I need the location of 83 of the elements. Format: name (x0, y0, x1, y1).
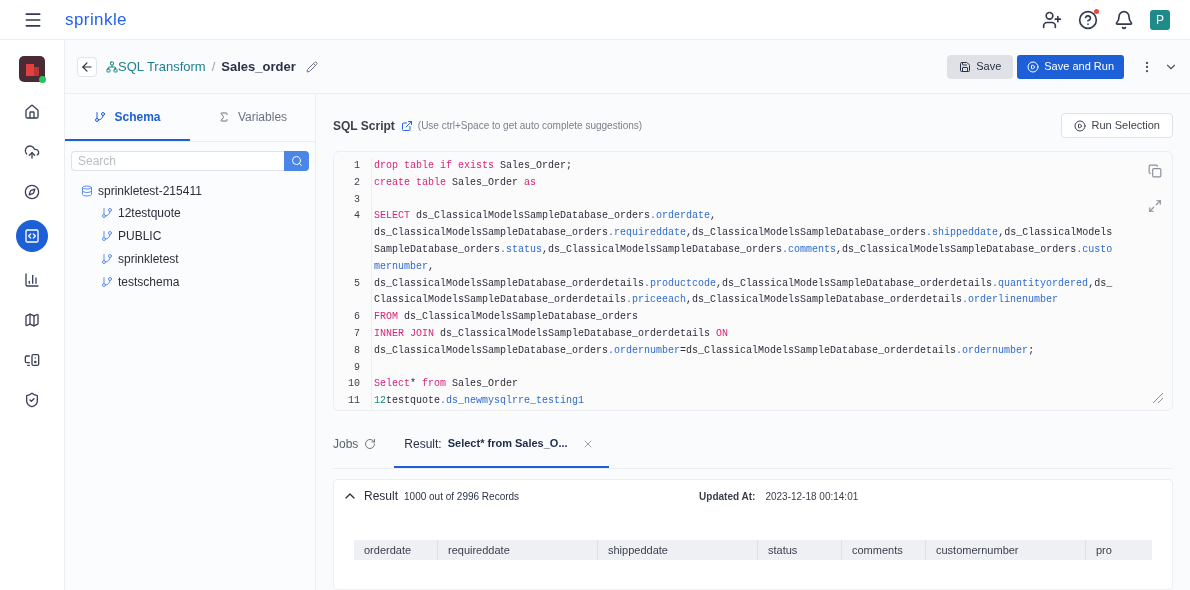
transform-icon (106, 60, 118, 73)
line-number: 3 (353, 192, 360, 207)
result-tab[interactable]: Result: Select* from Sales_O... (394, 431, 610, 468)
workspace-logo[interactable] (19, 56, 45, 82)
save-button[interactable]: Save (947, 54, 1014, 79)
app-logo: sprinkle (65, 8, 127, 31)
jobs-tab[interactable]: Jobs (333, 431, 377, 468)
nav-button[interactable] (16, 220, 48, 252)
schema-icon (101, 275, 113, 288)
back-button[interactable] (77, 56, 97, 77)
resize-handle-icon[interactable] (1152, 392, 1164, 404)
panel-tab[interactable]: Variables (190, 94, 315, 141)
home-icon (24, 104, 40, 120)
tree-item[interactable]: sprinkletest-215411 (98, 182, 202, 200)
code-line: INNER JOIN ds_ClassicalModelsSampleDatabase_orderdetails ON (374, 326, 730, 341)
page-title: Sales_order (221, 57, 296, 76)
code-line: Select* from Sales_Order (374, 377, 520, 392)
run-selection-button[interactable]: Run Selection (1060, 113, 1173, 138)
cloud-upload-icon (24, 144, 40, 160)
line-number: 10 (347, 377, 360, 392)
code-line: create table Sales_Order as (374, 175, 538, 190)
line-number: 6 (353, 310, 360, 325)
column-header[interactable]: orderdate (354, 540, 438, 560)
code-line: FROM ds_ClassicalModelsSampleDatabase_orders (374, 310, 640, 325)
search-button[interactable] (284, 151, 309, 171)
code-line: drop table if exists Sales_Order; (374, 159, 574, 173)
add-user-icon[interactable] (1042, 9, 1062, 30)
edit-icon[interactable] (305, 60, 318, 73)
tree-item[interactable]: sprinkletest (118, 249, 179, 268)
play-icon (1073, 119, 1086, 132)
compass-icon (24, 184, 40, 200)
column-header[interactable]: requireddate (438, 540, 598, 560)
schema-icon (101, 206, 113, 219)
bell-icon[interactable] (1114, 9, 1134, 30)
tree-item[interactable]: testschema (118, 272, 180, 291)
column-header[interactable]: customernumber (926, 540, 1086, 560)
column-header[interactable]: pro (1086, 540, 1152, 560)
copy-icon[interactable] (1148, 164, 1162, 178)
updated-value: 2023-12-18 00:14:01 (765, 489, 859, 504)
code-line: ds_ClassicalModelsSampleDatabase_orders.ordernumber=ds_ClassicalModelsSampleDatabase_orderdetails.ordernumber; (374, 343, 1036, 358)
line-number: 2 (353, 175, 360, 190)
play-icon (1027, 60, 1040, 73)
result-title: Result (364, 488, 398, 505)
updated-label: Updated At: (699, 489, 756, 504)
breadcrumb-link[interactable]: SQL Transform (118, 56, 206, 77)
sigma-icon (217, 110, 230, 123)
tree-item[interactable]: 12testquote (118, 203, 181, 222)
line-number: 11 (347, 394, 360, 409)
search-icon (290, 155, 303, 167)
user-avatar[interactable]: P (1150, 9, 1170, 30)
line-number: 8 (353, 343, 360, 358)
breadcrumb-separator: / (211, 57, 216, 76)
code-line: ds_ClassicalModelsSampleDatabase_orderdetails.productcode,ds_ClassicalModelsSampleDatabase_orderdetails.quantityordered,ds_ClassicalModelsSampleDatabase_orderdetails.priceeach,ds_ClassicalModelsSampleDatabase_orderdetails.orderlinenumber (374, 276, 1114, 308)
save-and-run-button[interactable]: Save and Run (1017, 54, 1124, 79)
code-icon (24, 228, 40, 244)
shield-icon (24, 392, 40, 408)
column-header[interactable]: shippeddate (598, 540, 758, 560)
line-number: 1 (353, 159, 360, 173)
column-header[interactable]: status (758, 540, 842, 560)
branch-icon (94, 110, 107, 123)
chart-icon (24, 272, 40, 288)
column-header[interactable]: comments (842, 540, 926, 560)
editor-hint: (Use ctrl+Space to get auto complete suggestions) (417, 119, 643, 133)
code-line: 12testquote.ds_newmysqlrre_testing1 (374, 394, 586, 409)
line-number: 9 (353, 360, 360, 375)
search-field[interactable]: Search (71, 151, 284, 171)
map-icon (24, 312, 40, 328)
record-count: 1000 out of 2996 Records (404, 489, 520, 504)
refresh-icon (364, 437, 377, 450)
help-icon[interactable] (1078, 9, 1098, 30)
schema-icon (101, 252, 113, 265)
code-editor[interactable] (333, 151, 1173, 411)
line-number: 5 (353, 276, 360, 291)
line-number: 7 (353, 326, 360, 341)
schema-icon (101, 229, 113, 242)
database-icon (81, 185, 93, 197)
external-link-icon[interactable] (400, 119, 413, 132)
editor-title: SQL Script (333, 117, 395, 135)
tree-item[interactable]: PUBLIC (118, 226, 162, 245)
expand-icon[interactable] (1148, 199, 1162, 213)
line-number: 4 (353, 209, 360, 224)
panel-tab[interactable]: Schema (65, 94, 190, 141)
monitor-icon (24, 352, 40, 368)
